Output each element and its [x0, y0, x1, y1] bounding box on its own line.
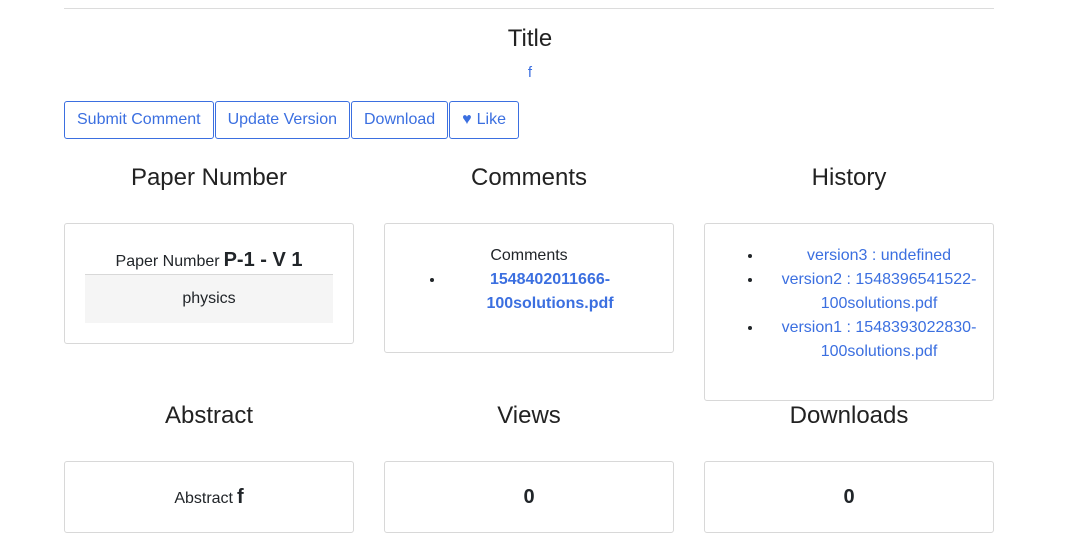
history-item: version1 : 1548393022830- 100solutions.pd…: [763, 316, 995, 364]
downloads-card: 0: [704, 461, 994, 533]
subtitle-link[interactable]: f: [0, 63, 1060, 83]
paper-number-heading: Paper Number: [130, 164, 288, 191]
downloads-heading: Downloads: [789, 402, 909, 429]
top-divider: [64, 8, 994, 9]
like-button[interactable]: ♥ Like: [449, 101, 520, 139]
paper-category: physics: [85, 275, 333, 323]
history-list: version3 : undefined version2 : 15483965…: [741, 244, 995, 364]
update-version-button[interactable]: Update Version: [214, 101, 350, 139]
paper-number-card: Paper Number P-1 - V 1 physics: [64, 223, 354, 344]
abstract-card: Abstract f: [64, 461, 354, 533]
comments-list: 1548402011666- 100solutions.pdf: [425, 268, 655, 316]
heart-icon: ♥: [462, 111, 472, 128]
comments-card: Comments 1548402011666- 100solutions.pdf: [384, 223, 674, 353]
views-heading: Views: [497, 402, 561, 429]
abstract-line: Abstract f: [65, 485, 353, 511]
abstract-label: Abstract: [174, 490, 233, 507]
history-link-version2[interactable]: version2 : 1548396541522- 100solutions.pd…: [782, 271, 977, 312]
paper-number-line: Paper Number P-1 - V 1: [65, 248, 353, 274]
history-link-version3[interactable]: version3 : undefined: [807, 247, 951, 264]
history-card: version3 : undefined version2 : 15483965…: [704, 223, 994, 401]
paper-number-label: Paper Number: [115, 253, 220, 270]
history-version1-part2: 100solutions.pdf: [820, 343, 938, 360]
paper-number-value: P-1 - V 1: [223, 249, 303, 271]
abstract-value: f: [237, 486, 244, 508]
abstract-heading: Abstract: [164, 402, 254, 429]
history-item: version3 : undefined: [763, 244, 995, 268]
downloads-count: 0: [843, 486, 855, 508]
comment-file-name-part1: 1548402011666-: [489, 271, 611, 288]
download-button[interactable]: Download: [351, 101, 449, 139]
comments-label: Comments: [490, 247, 568, 264]
views-count: 0: [523, 486, 535, 508]
comments-heading: Comments: [470, 164, 588, 191]
history-item: version2 : 1548396541522- 100solutions.pd…: [763, 268, 995, 316]
comment-file-link[interactable]: 1548402011666- 100solutions.pdf: [486, 271, 613, 312]
history-heading: History: [811, 164, 887, 191]
history-version2-part1: version2 : 1548396541522-: [781, 271, 977, 288]
action-toolbar: Submit Comment Update Version Download ♥…: [64, 101, 520, 139]
submit-comment-button[interactable]: Submit Comment: [64, 101, 214, 139]
views-card: 0: [384, 461, 674, 533]
comment-item: 1548402011666- 100solutions.pdf: [445, 268, 655, 316]
history-link-version1[interactable]: version1 : 1548393022830- 100solutions.pd…: [782, 319, 977, 360]
like-label: Like: [476, 111, 507, 128]
history-version2-part2: 100solutions.pdf: [820, 295, 938, 312]
history-version1-part1: version1 : 1548393022830-: [781, 319, 977, 336]
page-title: Title: [507, 25, 553, 52]
comment-file-name-part2: 100solutions.pdf: [486, 295, 614, 312]
